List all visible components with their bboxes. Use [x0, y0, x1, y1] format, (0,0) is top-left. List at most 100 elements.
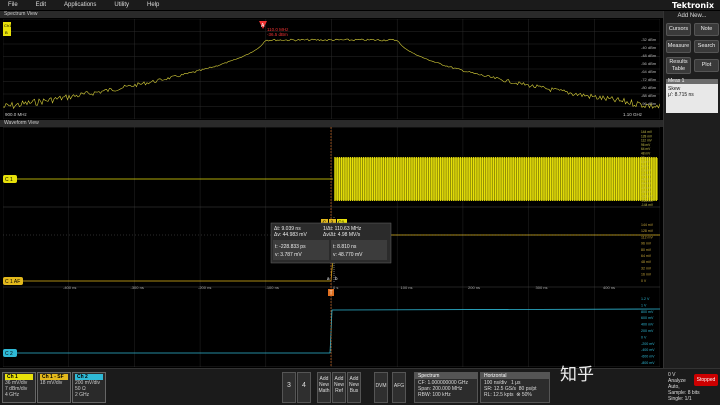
spectrum-db-tick: -88 dBm — [641, 93, 657, 98]
time-tick: 300 ns — [536, 285, 548, 290]
add-new-math-button[interactable]: Add New Math — [317, 372, 331, 403]
results-table-button[interactable]: Results Table — [666, 57, 691, 74]
plot-area: Spectrum View A 110.0 MHz -36.5 dBm 900.… — [0, 11, 663, 368]
watermark-logo: 知乎 — [560, 365, 594, 385]
acq-single: Single: 1/1 — [668, 396, 692, 402]
spectrum-db-tick: -32 dBm — [641, 37, 657, 42]
cursor-v1: v: 3.787 mV — [275, 252, 302, 258]
time-tick: 200 ns — [468, 285, 480, 290]
ch1-label: C 1 — [5, 177, 13, 183]
time-tick: -100 ns — [266, 285, 279, 290]
plot-button[interactable]: Plot — [694, 59, 719, 72]
spectrum-db-ticks: -32 dBm -40 dBm -48 dBm -56 dBm -64 dBm -72 d… — [641, 37, 657, 106]
meas-value: μ': 8.715 ns — [668, 92, 694, 98]
menu-file[interactable]: File — [4, 2, 22, 8]
right-panel: Add New... Cursors Note Measure Search R… — [663, 11, 720, 368]
cursor-a-label: a — [327, 276, 330, 281]
time-axis: -400 ns -300 ns -200 ns -100 ns 0 s 100 ns 200… — [63, 285, 615, 290]
menu-utility[interactable]: Utility — [110, 2, 133, 8]
spectrum-db-tick: -64 dBm — [641, 69, 657, 74]
ch4-button[interactable]: 4 — [297, 372, 311, 403]
math-axis-tick: 144 mV — [641, 223, 654, 227]
spectrum-stop-freq: 1.10 GHz — [623, 112, 643, 117]
note-button[interactable]: Note — [694, 23, 719, 36]
time-tick: 100 ns — [401, 285, 413, 290]
ch2-axis-tick: -800 mV — [641, 361, 655, 365]
add-new-bus-button[interactable]: Add New Bus — [347, 372, 361, 403]
trigger-level-label: T — [330, 291, 333, 297]
ch1-sf-badge[interactable]: Ch 1 - SF 18 mV/div — [37, 372, 71, 403]
ch2-trace-high — [331, 308, 661, 311]
cursor-t1: t: -228.833 ps — [275, 244, 306, 250]
ch1-axis-tick: -144 mV — [641, 203, 654, 207]
ch1-burst-envelope — [335, 158, 658, 200]
ch1-badge[interactable]: Ch 1 36 mV/div 7 dBm/div 4 GHz — [2, 372, 36, 403]
dvm-button[interactable]: DVM — [374, 372, 388, 403]
math-axis-tick: 64 mV — [641, 254, 652, 258]
cursor-dv: Δv: 44.983 mV — [274, 232, 307, 238]
settings-bar: Ch 1 36 mV/div 7 dBm/div 4 GHz Ch 1 - SF… — [0, 368, 720, 405]
spectrum-badge[interactable]: Spectrum CF: 1.000000000 GHz Span: 200.0… — [414, 372, 478, 403]
waveform-plot: C 3 C1 T a b C 1 C 1 AF C 2 -400 ns-300 … — [2, 116, 661, 368]
spectrum-db-tick: -40 dBm — [641, 45, 657, 50]
ch2-axis: 1.2 V 1 V 800 mV 600 mV 400 mV 200 mV 0 V -200 … — [641, 297, 655, 365]
ch1-sf-scale: 18 mV/div — [40, 380, 63, 386]
menu-applications[interactable]: Applications — [60, 2, 100, 8]
math-axis-tick: 112 mV — [641, 235, 653, 239]
waveform-view[interactable]: C 3 C1 T a b C 1 C 1 AF C 2 -400 ns-300 … — [2, 116, 661, 368]
time-tick: -400 ns — [63, 285, 76, 290]
time-tick: -300 ns — [131, 285, 144, 290]
cursor-dv-dt: Δv/Δt: 4.98 MV/s — [323, 232, 361, 238]
spectrum-view-header[interactable]: Spectrum View — [0, 11, 663, 18]
cursors-button[interactable]: Cursors — [666, 23, 691, 36]
ch2-axis-tick: 600 mV — [641, 316, 654, 320]
menu-bar: File Edit Applications Utility Help Tekt… — [0, 0, 720, 10]
math-axis-tick: 48 mV — [641, 260, 652, 264]
cursor-t2: t: 8.810 ns — [333, 244, 357, 250]
spectrum-db-tick: -48 dBm — [641, 53, 657, 58]
ch2-badge[interactable]: Ch 2 200 mV/div 50 Ω 2 GHz — [72, 372, 106, 403]
spectrum-view[interactable]: A 110.0 MHz -36.5 dBm 900.0 MHz 1.10 GHz… — [2, 18, 661, 120]
spectrum-badge-title: Spectrum — [415, 373, 477, 379]
add-new-ref-button[interactable]: Add New Ref — [332, 372, 346, 403]
afg-button[interactable]: AFG — [392, 372, 406, 403]
add-new-label: Add New... — [677, 13, 707, 19]
marker-readout-level: -36.5 dBm — [267, 32, 288, 37]
waveform-view-header[interactable]: Waveform View — [0, 120, 663, 127]
spectrum-db-tick: -72 dBm — [641, 77, 657, 82]
ch2-axis-tick: 800 mV — [641, 310, 654, 314]
measurement-badge[interactable]: Meas 1 Skew μ': 8.715 ns — [666, 78, 718, 113]
cursor-b-label: b — [335, 276, 338, 281]
ch2-axis-tick: -400 mV — [641, 348, 655, 352]
spectrum-b-label: B — [5, 30, 8, 35]
math-axis-tick: 0 V — [641, 279, 647, 283]
ch1-burst-trace — [334, 157, 658, 201]
ch2-axis-tick: 200 mV — [641, 329, 654, 333]
time-tick: 400 ns — [603, 285, 615, 290]
cursor-readout-box: Δt: 9.039 ns 1/Δt: 110.63 MHz Δv: 44.983… — [270, 222, 392, 264]
math-axis-tick: 80 mV — [641, 248, 652, 252]
search-button[interactable]: Search — [694, 40, 719, 53]
menu-help[interactable]: Help — [143, 2, 163, 8]
menu-edit[interactable]: Edit — [32, 2, 50, 8]
ch1-bandwidth: 4 GHz — [5, 392, 20, 398]
spectrum-db-tick: -96 dBm — [641, 101, 657, 106]
ch2-label: C 2 — [5, 351, 13, 357]
spectrum-db-tick: -80 dBm — [641, 85, 657, 90]
ch2-axis-tick: 400 mV — [641, 323, 654, 327]
spectrum-grid — [2, 18, 661, 120]
cursor-v2: v: 48.770 mV — [333, 252, 363, 258]
ch2-bandwidth: 2 GHz — [75, 392, 90, 398]
spectrum-db-tick: -56 dBm — [641, 61, 657, 66]
horizontal-badge[interactable]: Horizontal 100 ns/div 1 μs SR: 12.5 GS/s… — [480, 372, 550, 403]
measure-button[interactable]: Measure — [666, 40, 691, 53]
math-axis-tick: 16 mV — [641, 273, 652, 277]
run-stop-button[interactable]: Stopped — [694, 374, 718, 386]
math-axis-tick: 128 mV — [641, 229, 654, 233]
meas-title: Meas 1 — [668, 78, 685, 84]
ch2-axis-tick: 1 V — [641, 303, 647, 307]
spectrum-start-freq: 900.0 MHz — [5, 112, 28, 117]
trigger-position: ⊗ 50% — [516, 392, 532, 398]
spectrum-plot: A 110.0 MHz -36.5 dBm 900.0 MHz 1.10 GHz… — [2, 18, 661, 120]
ch3-button[interactable]: 3 — [282, 372, 296, 403]
